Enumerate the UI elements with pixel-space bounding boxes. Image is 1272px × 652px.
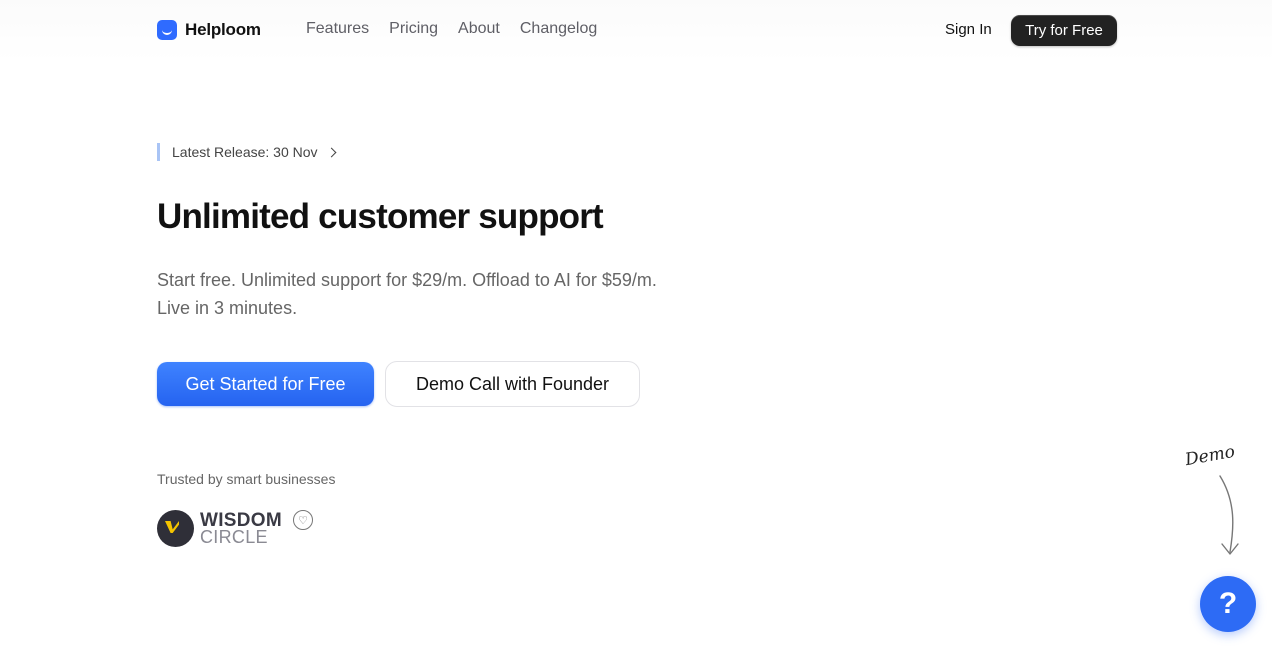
brand-name: Helploom — [185, 20, 261, 39]
release-label: Latest Release: 30 Nov — [172, 144, 318, 160]
smile-logo-icon — [157, 20, 177, 40]
latest-release-link[interactable]: Latest Release: 30 Nov — [157, 143, 336, 161]
demo-handwritten-label: Demo — [1183, 441, 1237, 471]
get-started-button[interactable]: Get Started for Free — [157, 362, 374, 406]
nav-link-features[interactable]: Features — [306, 20, 369, 38]
try-for-free-button[interactable]: Try for Free — [1011, 15, 1117, 46]
demo-call-button[interactable]: Demo Call with Founder — [385, 361, 640, 407]
help-chat-button[interactable]: ? — [1200, 576, 1256, 632]
hero-title: Unlimited customer support — [157, 197, 604, 236]
heart-chat-icon: ♡ — [293, 510, 313, 530]
hero-subtitle-line1: Start free. Unlimited support for $29/m.… — [157, 270, 657, 290]
wisdom-circle-line2: CIRCLE — [200, 526, 268, 547]
chevron-right-icon — [326, 147, 336, 157]
wisdom-circle-mark-icon — [157, 510, 194, 547]
nav-links: Features Pricing About Changelog — [306, 20, 597, 38]
landing-page: Helploom Features Pricing About Changelo… — [0, 0, 1272, 652]
hero-subtitle: Start free. Unlimited support for $29/m.… — [157, 266, 737, 322]
nav-link-about[interactable]: About — [458, 20, 500, 38]
wisdom-circle-wordmark: WISDOM CIRCLE — [200, 511, 282, 547]
question-mark-icon: ? — [1218, 587, 1238, 620]
trusted-by-label: Trusted by smart businesses — [157, 471, 336, 487]
nav-link-changelog[interactable]: Changelog — [520, 20, 597, 38]
nav-link-pricing[interactable]: Pricing — [389, 20, 438, 38]
sign-in-link[interactable]: Sign In — [945, 21, 992, 38]
brand-logo[interactable]: Helploom — [157, 20, 261, 40]
hero-subtitle-line2: Live in 3 minutes. — [157, 298, 298, 318]
curved-arrow-down-icon — [1219, 475, 1239, 555]
wisdom-circle-logo: WISDOM CIRCLE ♡ — [157, 510, 313, 547]
top-navbar: Helploom Features Pricing About Changelo… — [0, 0, 1272, 62]
